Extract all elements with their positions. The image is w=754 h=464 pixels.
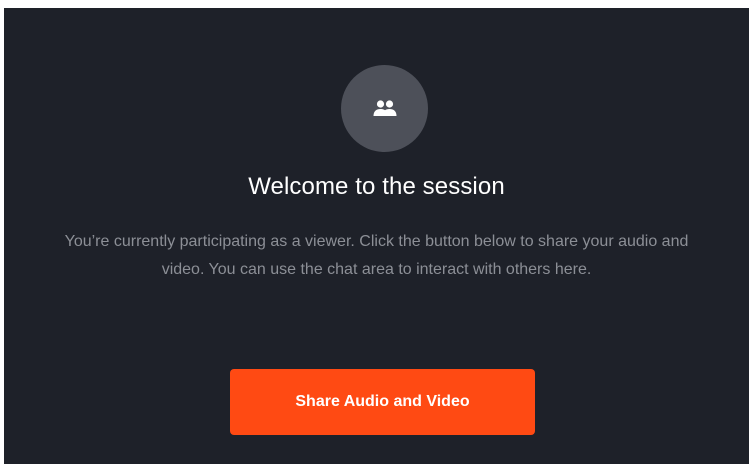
participants-avatar — [341, 65, 428, 152]
welcome-description: You’re currently participating as a view… — [64, 233, 689, 278]
share-audio-video-button[interactable]: Share Audio and Video — [230, 369, 535, 435]
welcome-title: Welcome to the session — [248, 173, 505, 200]
people-group-icon — [371, 98, 399, 120]
session-welcome-panel: Welcome to the session You’re currently … — [4, 8, 749, 464]
